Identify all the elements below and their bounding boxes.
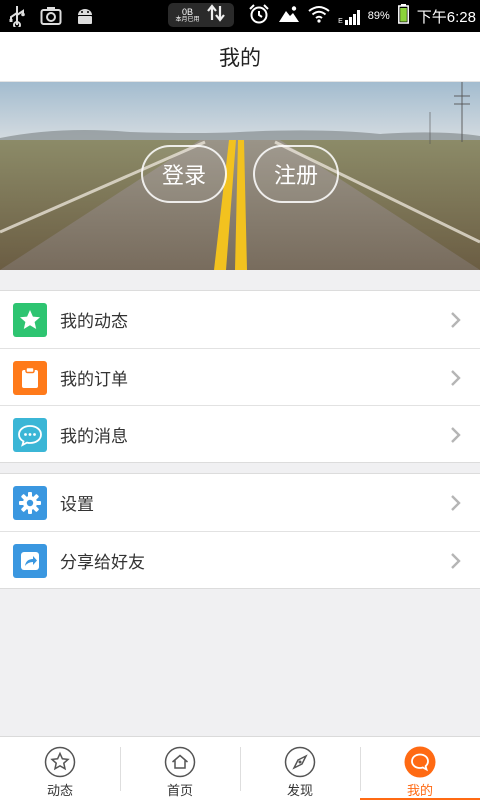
mountain-icon <box>278 5 300 27</box>
register-button[interactable]: 注册 <box>253 145 339 203</box>
tab-mine[interactable]: 我的 <box>360 737 480 800</box>
battery-icon <box>397 4 409 28</box>
menu-item-my-activity[interactable]: 我的动态 <box>0 291 480 348</box>
chevron-right-icon <box>450 426 462 444</box>
menu-item-my-messages[interactable]: 我的消息 <box>0 405 480 462</box>
chevron-right-icon <box>450 369 462 387</box>
wifi-icon <box>308 5 330 27</box>
menu-group-primary: 我的动态 我的订单 我的消息 <box>0 290 480 463</box>
bottom-tab-bar: 动态 首页 发现 我的 <box>0 736 480 800</box>
status-bar-left <box>6 5 96 27</box>
menu-item-my-orders[interactable]: 我的订单 <box>0 348 480 405</box>
tab-home[interactable]: 首页 <box>120 737 240 800</box>
traffic-caption: 本月已用 <box>175 16 200 23</box>
signal-icon: E <box>338 7 360 25</box>
network-type-label: E <box>338 18 343 25</box>
menu-group-secondary: 设置 分享给好友 <box>0 473 480 589</box>
home-icon <box>164 746 196 778</box>
menu-item-label: 我的动态 <box>60 312 128 332</box>
android-icon <box>74 5 96 27</box>
status-time: 下午6:28 <box>416 8 476 26</box>
profile-banner: 登录 注册 <box>0 82 480 270</box>
tab-label: 发现 <box>286 784 313 799</box>
tab-label: 我的 <box>406 784 433 799</box>
traffic-indicator: 0B 本月已用 <box>168 3 234 27</box>
tab-activity[interactable]: 动态 <box>0 737 120 800</box>
status-bar: 0B 本月已用 E 89% 下午6:28 <box>0 0 480 32</box>
share-icon <box>13 544 47 578</box>
data-transfer-arrows-icon <box>206 4 226 26</box>
menu-item-settings[interactable]: 设置 <box>0 474 480 531</box>
page-header: 我的 <box>0 32 480 82</box>
usb-icon <box>6 5 28 27</box>
menu-item-label: 我的订单 <box>60 369 128 390</box>
screenshot-camera-icon <box>40 5 62 27</box>
chevron-right-icon <box>450 552 462 570</box>
clipboard-icon <box>13 361 47 395</box>
compass-icon <box>284 746 316 778</box>
login-button[interactable]: 登录 <box>141 145 227 203</box>
page-title: 我的 <box>219 45 261 70</box>
menu-item-label: 分享给好友 <box>60 552 145 573</box>
menu-item-share[interactable]: 分享给好友 <box>0 531 480 588</box>
chat-user-icon <box>404 746 436 778</box>
chat-bubble-icon <box>13 418 47 452</box>
tab-label: 首页 <box>166 784 193 799</box>
road-banner-image <box>0 82 480 270</box>
tab-discover[interactable]: 发现 <box>240 737 360 800</box>
chevron-right-icon <box>450 494 462 512</box>
alarm-icon <box>248 3 270 29</box>
battery-percent: 89% <box>367 10 390 22</box>
star-outline-icon <box>44 746 76 778</box>
tab-label: 动态 <box>46 784 73 799</box>
chevron-right-icon <box>450 311 462 329</box>
menu-item-label: 设置 <box>60 495 94 515</box>
status-bar-right: E 89% 下午6:28 <box>248 0 476 32</box>
traffic-amount: 0B <box>181 6 193 17</box>
star-icon <box>13 303 47 337</box>
gear-icon <box>13 486 47 520</box>
traffic-readout: 0B 本月已用 <box>175 6 200 23</box>
menu-item-label: 我的消息 <box>60 426 128 447</box>
